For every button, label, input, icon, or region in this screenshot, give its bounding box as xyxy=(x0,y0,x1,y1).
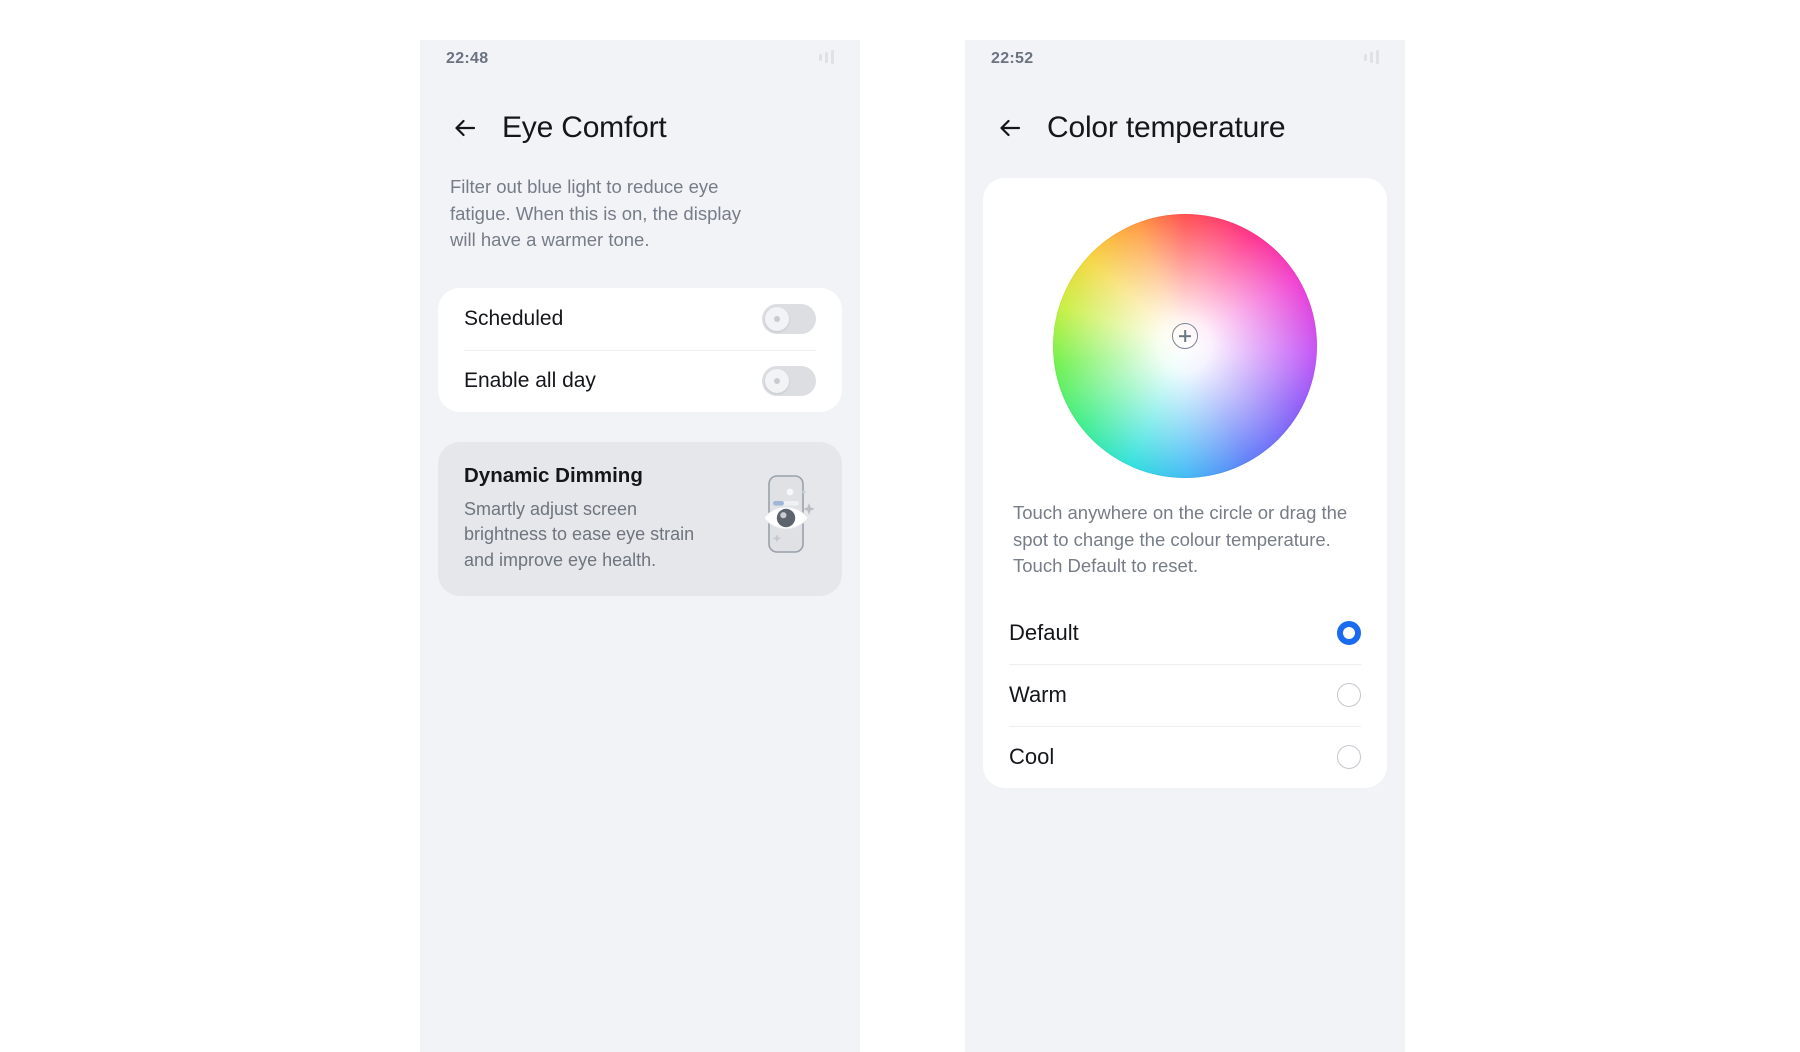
status-time: 22:48 xyxy=(446,50,489,67)
status-time: 22:52 xyxy=(991,50,1034,67)
status-bar-left: 22:48 xyxy=(420,40,860,84)
color-wheel-picker[interactable] xyxy=(1053,214,1317,478)
app-bar-left: Eye Comfort xyxy=(420,84,860,162)
back-arrow-icon[interactable] xyxy=(450,113,480,143)
crosshair-plus-icon[interactable] xyxy=(1172,323,1198,349)
dynamic-dimming-card[interactable]: Dynamic Dimming Smartly adjust screen br… xyxy=(438,441,842,596)
app-bar-right: Color temperature xyxy=(965,84,1405,162)
phone-eye-brightness-icon xyxy=(756,468,820,562)
eye-comfort-settings-card: Scheduled Enable all day xyxy=(438,287,842,412)
color-temperature-card: Touch anywhere on the circle or drag the… xyxy=(983,178,1387,788)
status-bar-right: 22:52 xyxy=(965,40,1405,84)
signal-bars-icon xyxy=(819,50,834,64)
toggle-knob xyxy=(765,306,789,331)
setting-row-enable-all-day[interactable]: Enable all day xyxy=(438,349,842,412)
eye-comfort-description: Filter out blue light to reduce eye fati… xyxy=(450,176,742,251)
option-row-cool[interactable]: Cool xyxy=(983,725,1387,788)
page-title: Eye Comfort xyxy=(502,111,667,144)
radio-warm[interactable] xyxy=(1337,682,1361,707)
screenshot-root: 22:48 Eye Comfort Filter out blue light … xyxy=(0,0,1800,1052)
toggle-scheduled[interactable] xyxy=(762,303,816,334)
color-temperature-help-text: Touch anywhere on the circle or drag the… xyxy=(1013,502,1348,577)
dynamic-dimming-texts: Dynamic Dimming Smartly adjust screen br… xyxy=(464,464,742,574)
setting-label-scheduled: Scheduled xyxy=(464,306,564,330)
setting-label-enable-all-day: Enable all day xyxy=(464,368,596,392)
dynamic-dimming-description: Smartly adjust screen brightness to ease… xyxy=(464,498,695,570)
signal-bars-icon xyxy=(1364,50,1379,64)
radio-cool[interactable] xyxy=(1337,744,1361,769)
setting-row-scheduled[interactable]: Scheduled xyxy=(438,288,842,350)
color-wheel-container xyxy=(983,204,1387,496)
toggle-enable-all-day[interactable] xyxy=(762,365,816,396)
page-title: Color temperature xyxy=(1047,111,1286,144)
radio-default[interactable] xyxy=(1337,620,1361,645)
option-label-warm: Warm xyxy=(1009,681,1067,707)
option-label-default: Default xyxy=(1009,619,1079,645)
option-row-warm[interactable]: Warm xyxy=(983,663,1387,726)
dynamic-dimming-title: Dynamic Dimming xyxy=(464,463,643,487)
back-arrow-icon[interactable] xyxy=(995,113,1025,143)
phone-screen-color-temperature: 22:52 Color temperature Touch anywhere o… xyxy=(965,40,1405,1052)
phone-screen-eye-comfort: 22:48 Eye Comfort Filter out blue light … xyxy=(420,40,860,1052)
option-row-default[interactable]: Default xyxy=(983,602,1387,664)
toggle-knob xyxy=(765,368,789,393)
option-label-cool: Cool xyxy=(1009,743,1055,769)
